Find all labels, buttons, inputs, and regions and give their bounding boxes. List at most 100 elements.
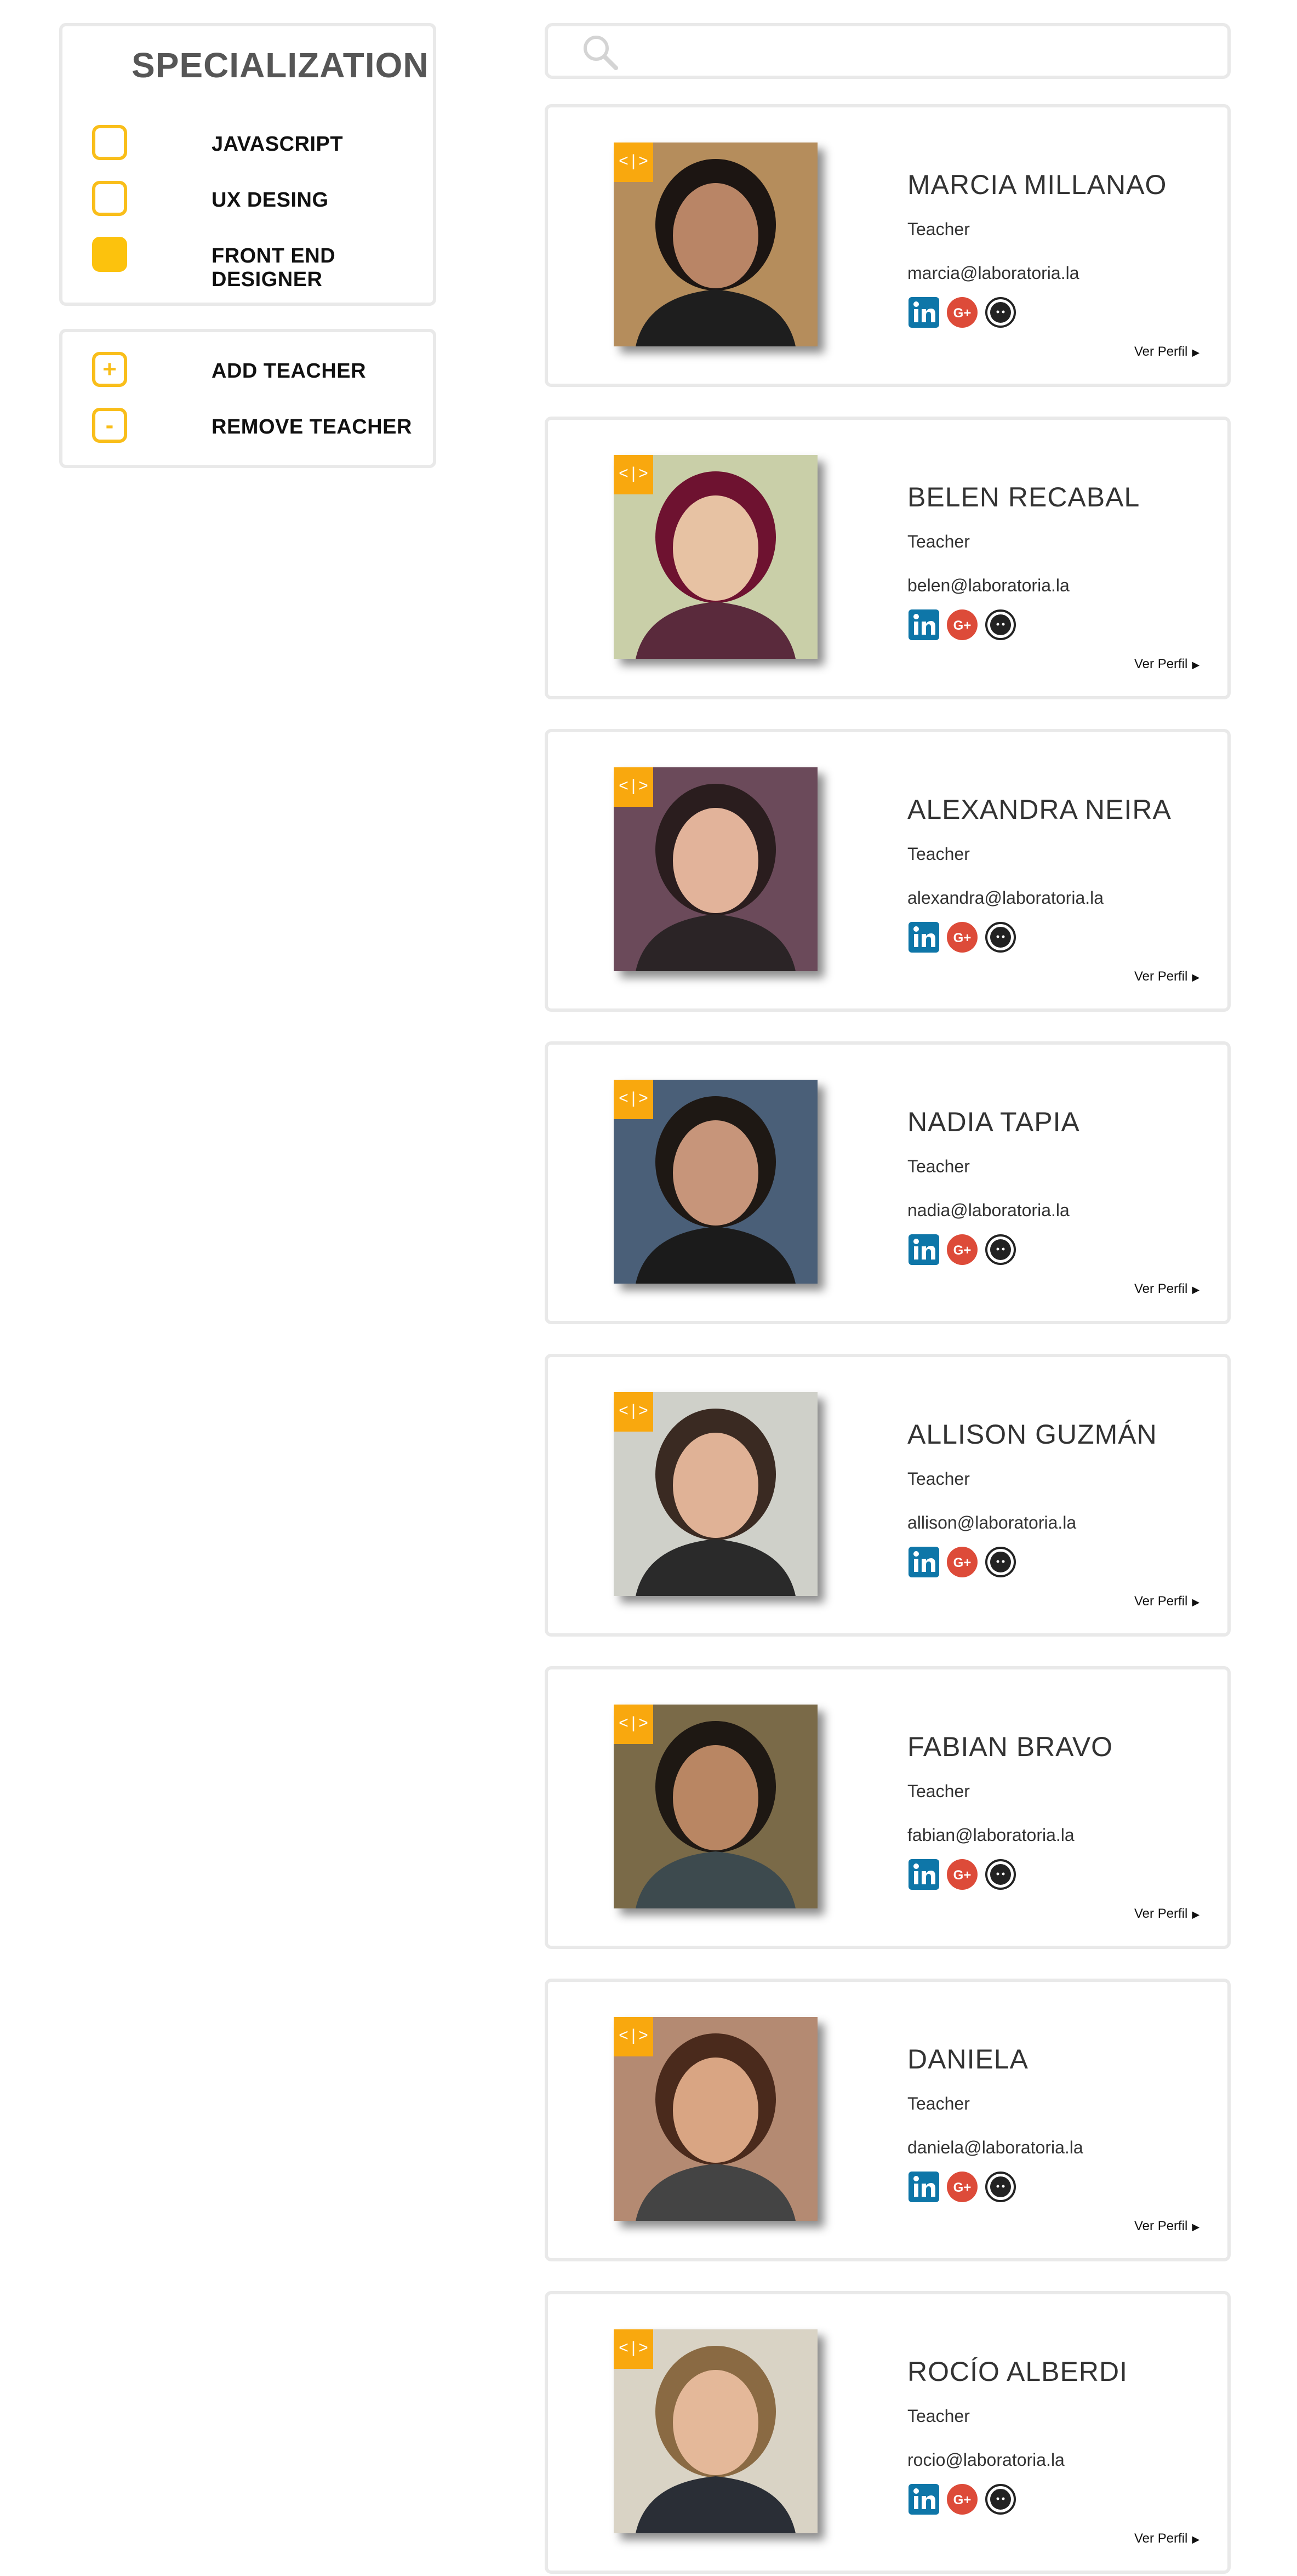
google-plus-icon[interactable]: G+ <box>946 2483 979 2516</box>
teacher-card: <|> BELEN RECABAL Teacher belen@laborato… <box>545 417 1231 699</box>
teacher-email: fabian@laboratoria.la <box>907 1825 1075 1845</box>
google-plus-icon[interactable]: G+ <box>946 1233 979 1266</box>
teacher-email: alexandra@laboratoria.la <box>907 888 1104 908</box>
teacher-name: ALEXANDRA NEIRA <box>907 794 1172 825</box>
arrow-right-icon: ▶ <box>1192 347 1200 358</box>
search-input[interactable] <box>636 34 1219 70</box>
teacher-photo: <|> <box>614 1392 818 1596</box>
svg-text:G+: G+ <box>953 306 972 321</box>
svg-text:G+: G+ <box>953 931 972 945</box>
teacher-role: Teacher <box>907 1156 970 1176</box>
google-plus-icon[interactable]: G+ <box>946 1546 979 1578</box>
ver-perfil-label: Ver Perfil <box>1134 2219 1188 2233</box>
filter-front-end-designer[interactable]: FRONT END DESIGNER <box>92 237 432 291</box>
github-icon[interactable] <box>984 2483 1017 2516</box>
linkedin-icon[interactable] <box>907 608 940 641</box>
ver-perfil-label: Ver Perfil <box>1134 344 1188 359</box>
teacher-name: FABIAN BRAVO <box>907 1731 1113 1762</box>
teacher-card: <|> NADIA TAPIA Teacher nadia@laboratori… <box>545 1041 1231 1324</box>
linkedin-icon[interactable] <box>907 296 940 329</box>
github-icon[interactable] <box>984 608 1017 641</box>
svg-text:G+: G+ <box>953 2180 972 2195</box>
ver-perfil-link[interactable]: Ver Perfil ▶ <box>1134 1906 1199 1922</box>
ver-perfil-label: Ver Perfil <box>1134 1281 1188 1296</box>
teacher-card: <|> DANIELA Teacher daniela@laboratoria.… <box>545 1979 1231 2261</box>
filter-javascript[interactable]: JAVASCRIPT <box>92 125 432 164</box>
teacher-photo: <|> <box>614 2329 818 2533</box>
search-bar[interactable] <box>545 23 1231 79</box>
linkedin-icon[interactable] <box>907 921 940 954</box>
teacher-email: daniela@laboratoria.la <box>907 2138 1083 2157</box>
arrow-right-icon: ▶ <box>1192 1284 1200 1295</box>
ver-perfil-label: Ver Perfil <box>1134 969 1188 984</box>
arrow-right-icon: ▶ <box>1192 2221 1200 2232</box>
teacher-email: nadia@laboratoria.la <box>907 1200 1070 1220</box>
github-icon[interactable] <box>984 921 1017 954</box>
linkedin-icon[interactable] <box>907 1546 940 1578</box>
arrow-right-icon: ▶ <box>1192 972 1200 983</box>
teacher-photo: <|> <box>614 455 818 659</box>
teacher-role: Teacher <box>907 2406 970 2426</box>
teacher-card: <|> ROCÍO ALBERDI Teacher rocio@laborato… <box>545 2291 1231 2574</box>
teacher-card: <|> MARCIA MILLANAO Teacher marcia@labor… <box>545 104 1231 387</box>
ver-perfil-link[interactable]: Ver Perfil ▶ <box>1134 2219 1199 2234</box>
remove-teacher-button[interactable]: - REMOVE TEACHER <box>92 408 432 447</box>
ver-perfil-label: Ver Perfil <box>1134 2531 1188 2546</box>
linkedin-icon[interactable] <box>907 2483 940 2516</box>
linkedin-icon[interactable] <box>907 1233 940 1266</box>
ver-perfil-link[interactable]: Ver Perfil ▶ <box>1134 969 1199 984</box>
ver-perfil-link[interactable]: Ver Perfil ▶ <box>1134 2531 1199 2546</box>
code-badge: <|> <box>614 1392 653 1432</box>
ver-perfil-link[interactable]: Ver Perfil ▶ <box>1134 1281 1199 1297</box>
code-badge: <|> <box>614 143 653 182</box>
google-plus-icon[interactable]: G+ <box>946 296 979 329</box>
add-teacher-button[interactable]: + ADD TEACHER <box>92 352 432 391</box>
teacher-email: rocio@laboratoria.la <box>907 2450 1065 2470</box>
code-badge: <|> <box>614 1705 653 1744</box>
teacher-name: BELEN RECABAL <box>907 482 1140 512</box>
teacher-name: ALLISON GUZMÁN <box>907 1419 1157 1450</box>
specialization-panel: SPECIALIZATION JAVASCRIPT UX DESING FRON… <box>59 23 436 306</box>
github-icon[interactable] <box>984 1233 1017 1266</box>
github-icon[interactable] <box>984 1546 1017 1578</box>
teacher-role: Teacher <box>907 1781 970 1801</box>
github-icon[interactable] <box>984 1858 1017 1891</box>
teacher-photo: <|> <box>614 1080 818 1284</box>
ver-perfil-link[interactable]: Ver Perfil ▶ <box>1134 1594 1199 1609</box>
checkbox-javascript[interactable] <box>92 125 127 160</box>
google-plus-icon[interactable]: G+ <box>946 2170 979 2203</box>
teacher-actions-panel: + ADD TEACHER - REMOVE TEACHER <box>59 329 436 468</box>
checkbox-ux-desing[interactable] <box>92 181 127 216</box>
teacher-name: NADIA TAPIA <box>907 1107 1080 1137</box>
teacher-name: DANIELA <box>907 2044 1029 2075</box>
linkedin-icon[interactable] <box>907 1858 940 1891</box>
minus-icon: - <box>92 408 127 443</box>
svg-text:G+: G+ <box>953 1868 972 1883</box>
remove-teacher-label: REMOVE TEACHER <box>212 415 412 438</box>
teacher-role: Teacher <box>907 532 970 551</box>
github-icon[interactable] <box>984 296 1017 329</box>
filter-label-front-end-designer: FRONT END DESIGNER <box>212 244 336 291</box>
filter-ux-desing[interactable]: UX DESING <box>92 181 432 220</box>
github-icon[interactable] <box>984 2170 1017 2203</box>
code-badge: <|> <box>614 1080 653 1119</box>
google-plus-icon[interactable]: G+ <box>946 921 979 954</box>
search-icon <box>584 36 618 70</box>
plus-icon: + <box>92 352 127 387</box>
teacher-role: Teacher <box>907 2094 970 2113</box>
linkedin-icon[interactable] <box>907 2170 940 2203</box>
ver-perfil-link[interactable]: Ver Perfil ▶ <box>1134 344 1199 360</box>
google-plus-icon[interactable]: G+ <box>946 608 979 641</box>
teacher-photo: <|> <box>614 2017 818 2221</box>
ver-perfil-link[interactable]: Ver Perfil ▶ <box>1134 657 1199 672</box>
teacher-photo: <|> <box>614 1705 818 1908</box>
teacher-photo: <|> <box>614 143 818 346</box>
teacher-photo: <|> <box>614 767 818 971</box>
google-plus-icon[interactable]: G+ <box>946 1858 979 1891</box>
checkbox-front-end-designer[interactable] <box>92 237 127 272</box>
teacher-card: <|> ALEXANDRA NEIRA Teacher alexandra@la… <box>545 729 1231 1012</box>
svg-text:G+: G+ <box>953 618 972 633</box>
specialization-title: SPECIALIZATION <box>132 45 429 85</box>
code-badge: <|> <box>614 2329 653 2369</box>
code-badge: <|> <box>614 455 653 494</box>
